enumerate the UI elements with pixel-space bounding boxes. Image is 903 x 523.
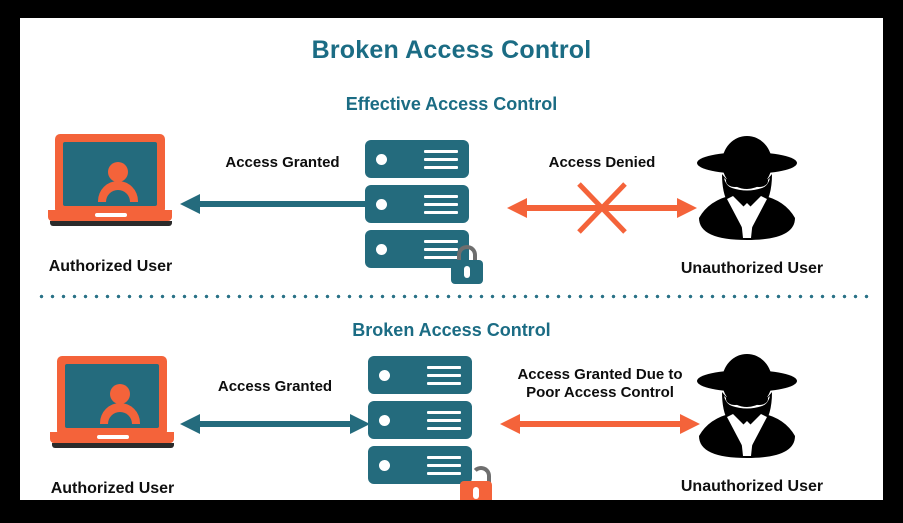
server-led-icon [379, 460, 390, 471]
server-led-icon [376, 199, 387, 210]
diagram-canvas: Broken Access Control Effective Access C… [20, 18, 883, 500]
server-led-icon [379, 415, 390, 426]
laptop-screen [63, 142, 157, 206]
poor-access-control-label-line1: Access Granted Due to [517, 366, 683, 383]
padlock-keyhole [473, 487, 479, 499]
server-unit [365, 185, 469, 223]
laptop-trackpad [95, 213, 127, 217]
server-bars-icon [427, 456, 461, 475]
double-arrow-icon-orange-bottom [500, 414, 700, 434]
laptop-lid [57, 356, 167, 436]
person-body-icon [98, 181, 138, 204]
authorized-user-label-top: Authorized User [48, 258, 173, 275]
access-denied-label: Access Denied [548, 154, 656, 171]
authorized-user-label-bottom: Authorized User [50, 480, 175, 497]
double-arrow-icon-orange-blocked [507, 182, 697, 234]
access-denied-arrow-top: Access Denied [507, 146, 697, 234]
laptop-user-icon-bottom [50, 356, 174, 453]
section-effective-access-control: Authorized User Access Granted Access De… [20, 128, 883, 288]
access-granted-label-top: Access Granted [225, 154, 340, 171]
section-heading-broken: Broken Access Control [352, 320, 551, 340]
double-arrow-icon-teal-top [180, 194, 385, 214]
laptop-screen [65, 364, 159, 428]
server-unit [368, 356, 472, 394]
server-led-icon [376, 244, 387, 255]
server-bars-icon [427, 411, 461, 430]
server-bars-icon [424, 150, 458, 169]
access-granted-arrow-bottom: Access Granted [180, 370, 370, 440]
section-divider [36, 294, 869, 299]
hacker-icon-top [688, 130, 806, 248]
laptop-lid [55, 134, 165, 214]
unauthorized-user-label-bottom: Unauthorized User [680, 478, 824, 495]
person-head-icon [110, 384, 130, 404]
section-heading-effective: Effective Access Control [345, 94, 558, 114]
server-bars-icon [427, 366, 461, 385]
padlock-keyhole [464, 266, 470, 278]
server-unit [368, 401, 472, 439]
double-arrow-icon-teal-bottom [180, 414, 370, 434]
padlock-unlocked-icon [460, 466, 492, 500]
server-stack-icon-bottom [368, 356, 492, 500]
person-head-icon [108, 162, 128, 182]
access-granted-arrow-top: Access Granted [180, 146, 385, 216]
padlock-locked-icon [451, 245, 483, 284]
server-unit [365, 140, 469, 178]
person-body-icon [100, 403, 140, 426]
laptop-base-shadow [50, 221, 172, 226]
server-bars-icon [424, 195, 458, 214]
server-stack-icon-top [365, 140, 483, 284]
laptop-base-shadow [52, 443, 174, 448]
server-led-icon [376, 154, 387, 165]
laptop-trackpad [97, 435, 129, 439]
page-title: Broken Access Control [311, 36, 592, 64]
server-unit [368, 446, 472, 484]
laptop-user-icon [48, 134, 172, 231]
hacker-icon-bottom [688, 348, 806, 466]
poor-access-control-label-line2: Poor Access Control [526, 384, 674, 401]
padlock-body [451, 260, 483, 284]
unauthorized-user-label-top: Unauthorized User [680, 260, 824, 277]
access-granted-poor-control-arrow: Access Granted Due to Poor Access Contro… [500, 362, 700, 442]
section-broken-access-control: Authorized User Access Granted Access Gr… [20, 348, 883, 500]
access-granted-label-bottom: Access Granted [217, 378, 333, 395]
diagram-frame: Broken Access Control Effective Access C… [0, 0, 903, 523]
server-led-icon [379, 370, 390, 381]
padlock-body [460, 481, 492, 500]
